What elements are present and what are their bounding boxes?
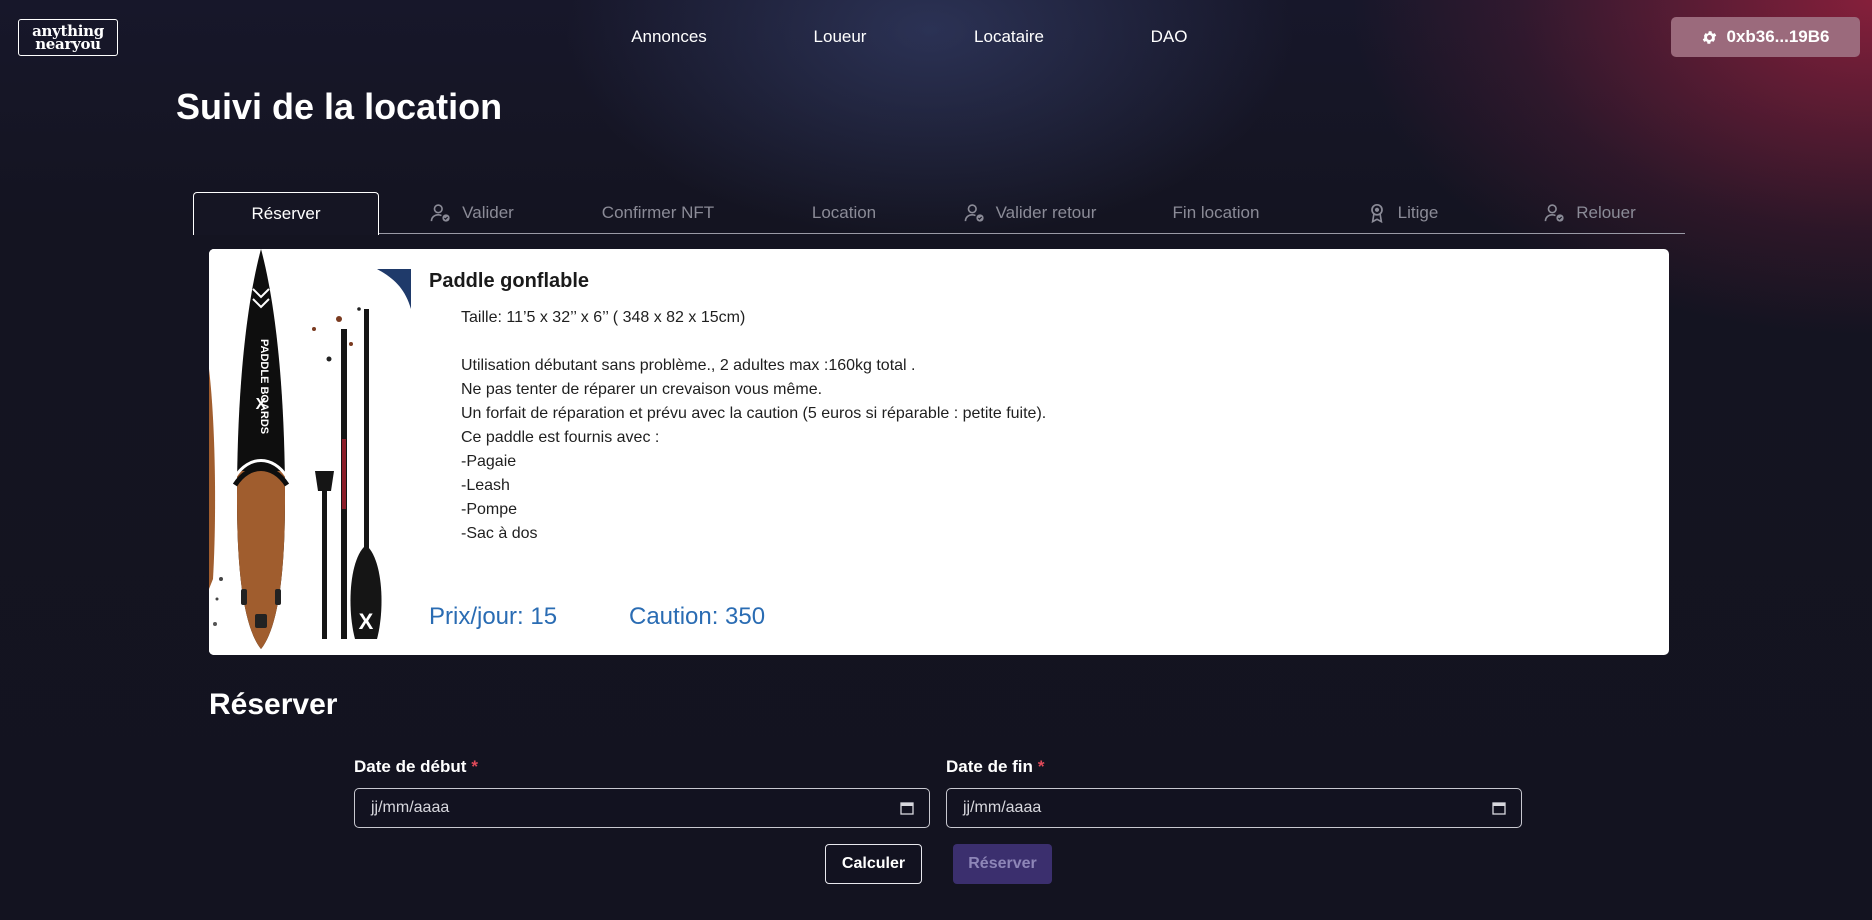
- start-date-label-text: Date de début: [354, 757, 467, 776]
- start-date-value: jj/mm/aaaa: [371, 799, 450, 816]
- nav-locataire[interactable]: Locataire: [974, 27, 1044, 47]
- product-title: Paddle gonflable: [429, 270, 590, 292]
- tab-valider-retour[interactable]: Valider retour: [937, 192, 1123, 234]
- product-card: PADDLE BOARDS X X Paddle gonflable Taill…: [209, 249, 1669, 655]
- nav-loueur[interactable]: Loueur: [814, 27, 867, 47]
- description-line: Un forfait de réparation et prévu avec l…: [461, 405, 1047, 422]
- page-title: Suivi de la location: [176, 86, 503, 127]
- start-date-label: Date de début *: [354, 757, 478, 777]
- description-line: -Sac à dos: [461, 525, 538, 542]
- price-per-day: Prix/jour: 15: [429, 603, 558, 630]
- end-date-label: Date de fin *: [946, 757, 1045, 777]
- nav-annonces[interactable]: Annonces: [631, 27, 707, 47]
- required-mark: *: [471, 757, 479, 776]
- tab-confirmer-nft[interactable]: Confirmer NFT: [565, 192, 751, 234]
- tab-label: Valider: [462, 203, 514, 222]
- tab-reserver[interactable]: Réserver: [193, 192, 379, 235]
- tab-fin-location[interactable]: Fin location: [1123, 192, 1309, 234]
- svg-text:X: X: [256, 396, 267, 413]
- end-date-input[interactable]: jj/mm/aaaa: [946, 788, 1522, 828]
- description-line: -Pompe: [461, 501, 518, 518]
- description-line: Utilisation débutant sans problème., 2 a…: [461, 357, 916, 374]
- description-line: [461, 330, 1046, 354]
- caution-amount: Caution: 350: [629, 603, 766, 630]
- product-image: PADDLE BOARDS X X: [209, 249, 411, 655]
- tab-label: Réserver: [251, 204, 321, 223]
- user-check-icon: [964, 204, 984, 222]
- tab-location[interactable]: Location: [751, 192, 937, 234]
- tab-label: Relouer: [1576, 203, 1636, 222]
- calendar-icon[interactable]: [1492, 801, 1506, 815]
- reserve-section-title: Réserver: [209, 688, 338, 721]
- award-icon: [1370, 203, 1383, 223]
- description-line: Ce paddle est fournis avec :: [461, 429, 660, 446]
- description-line: Ne pas tenter de réparer un crevaison vo…: [461, 381, 823, 398]
- tab-label: Fin location: [1172, 203, 1260, 222]
- description-line: -Pagaie: [461, 453, 517, 470]
- user-check-icon: [430, 204, 450, 222]
- tab-label: Litige: [1397, 203, 1439, 222]
- description-line: -Leash: [461, 477, 510, 494]
- board-print-text: PADDLE BOARDS: [258, 339, 270, 434]
- description-line: Taille: 11’5 x 32’’ x 6’’ ( 348 x 82 x 1…: [461, 309, 746, 326]
- user-check-icon: [1544, 204, 1564, 222]
- end-date-label-text: Date de fin: [946, 757, 1033, 776]
- tab-label: Confirmer NFT: [601, 203, 715, 222]
- wallet-button[interactable]: 0xb36...19B6: [1671, 17, 1860, 57]
- nav-dao[interactable]: DAO: [1151, 27, 1188, 47]
- tab-label: Location: [811, 203, 877, 222]
- start-date-input[interactable]: jj/mm/aaaa: [354, 788, 930, 828]
- product-description: Taille: 11’5 x 32’’ x 6’’ ( 348 x 82 x 1…: [461, 306, 1046, 546]
- reserve-button[interactable]: Réserver: [953, 844, 1052, 884]
- tab-label: Valider retour: [995, 203, 1097, 222]
- svg-text:X: X: [359, 609, 374, 634]
- tab-valider[interactable]: Valider: [379, 192, 565, 234]
- tab-litige[interactable]: Litige: [1309, 192, 1495, 234]
- gear-icon: [1703, 30, 1717, 44]
- calculate-button[interactable]: Calculer: [825, 844, 922, 884]
- main-nav: Annonces Loueur Locataire DAO: [0, 27, 1872, 49]
- wallet-address: 0xb36...19B6: [1726, 27, 1830, 46]
- required-mark: *: [1037, 757, 1045, 776]
- calendar-icon[interactable]: [900, 801, 914, 815]
- end-date-value: jj/mm/aaaa: [963, 799, 1042, 816]
- tab-relouer[interactable]: Relouer: [1495, 192, 1685, 234]
- step-tabs: Réserver Valider Confirmer NFT Location …: [193, 192, 1685, 235]
